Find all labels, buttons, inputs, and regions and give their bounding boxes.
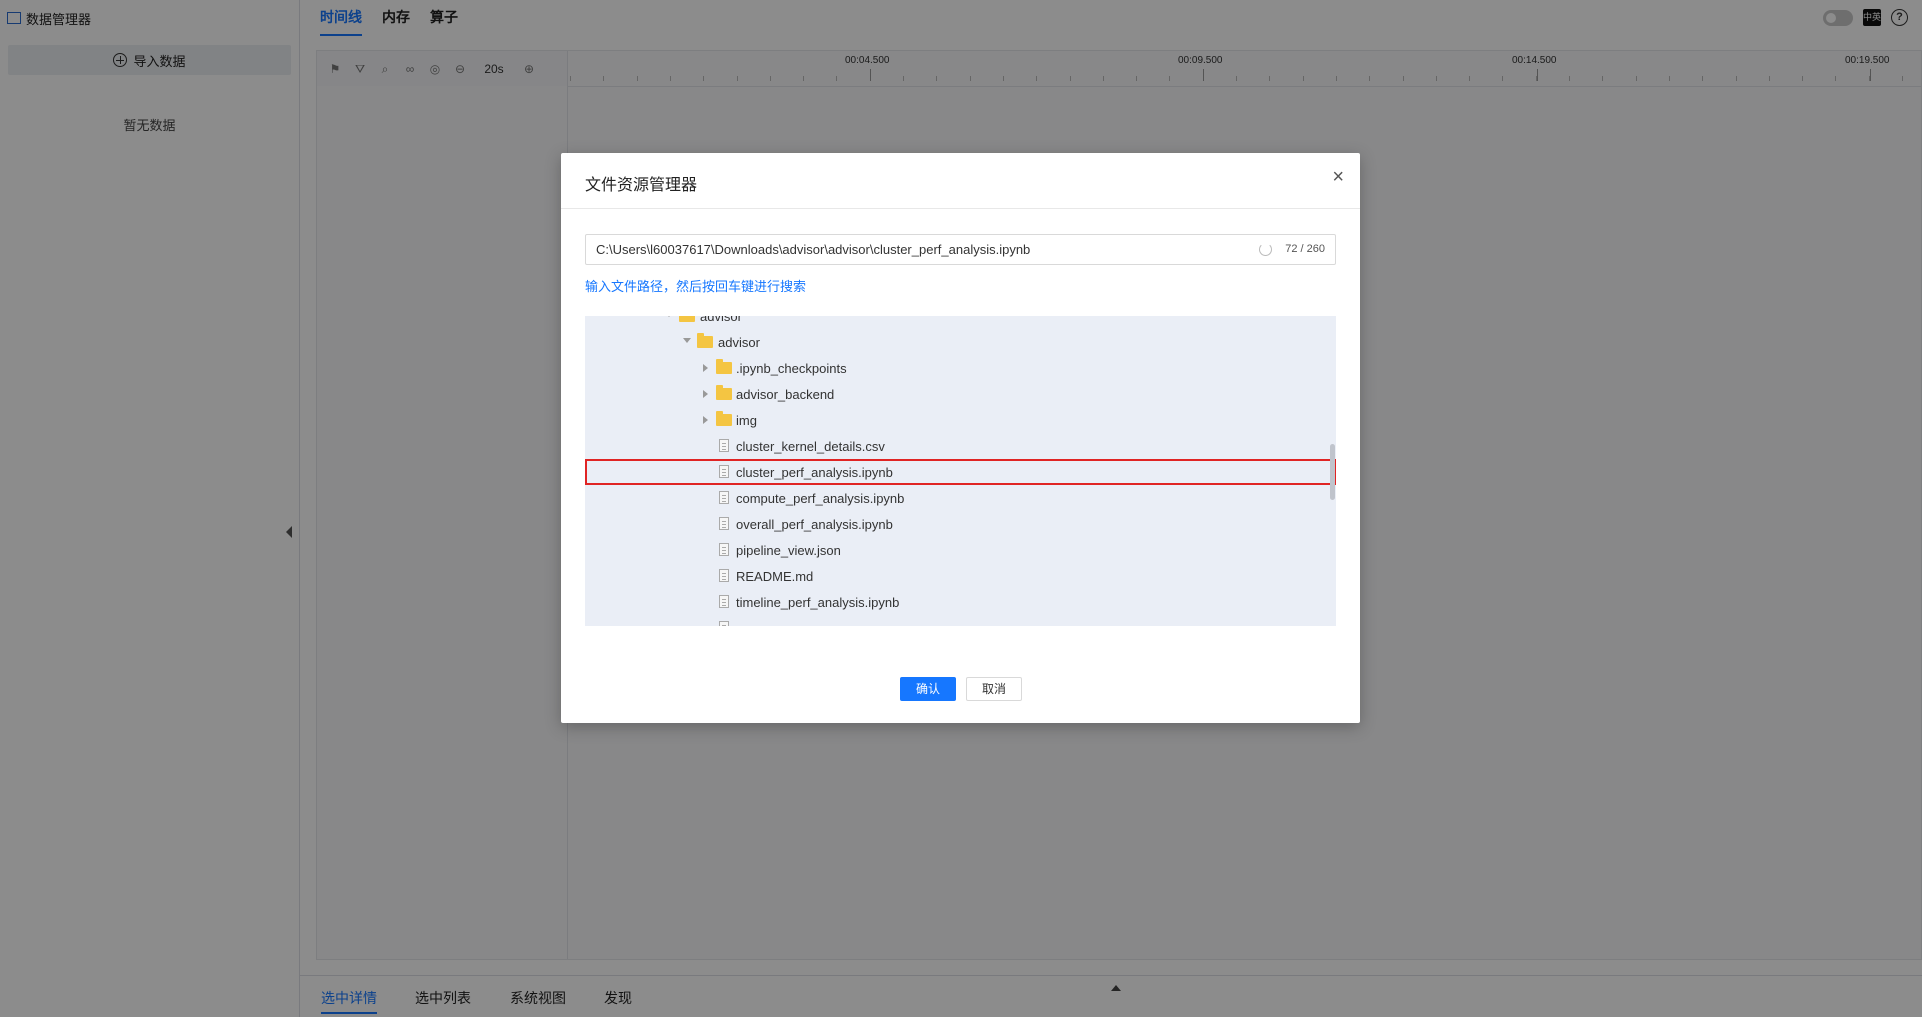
file-tree: advisor advisor .ipynb_checkpoints advis… [585,316,1336,626]
folder-icon [716,385,732,400]
tree-label: advisor_backend [736,387,835,402]
expand-caret-icon[interactable] [683,338,691,343]
tree-label: .ipynb_checkpoints [736,361,847,376]
file-icon [719,543,729,556]
tree-label: advisor [700,316,742,324]
tree-row-advisor-backend[interactable]: advisor_backend [585,381,1336,407]
tree-label: pipeline_view.json [736,543,841,558]
tree-row-file-partial[interactable] [585,615,1336,626]
folder-icon [716,411,732,426]
file-icon [719,517,729,530]
expand-caret-icon[interactable] [665,316,673,317]
tree-row-file[interactable]: overall_perf_analysis.ipynb [585,511,1336,537]
tree-label: compute_perf_analysis.ipynb [736,491,905,506]
file-icon [719,621,729,626]
tree-label: img [736,413,757,428]
tree-label: advisor [718,335,760,350]
tree-label: cluster_kernel_details.csv [736,439,885,454]
close-icon[interactable]: × [1332,167,1344,187]
confirm-button[interactable]: 确认 [900,677,956,701]
tree-row-file-selected[interactable]: cluster_perf_analysis.ipynb [585,459,1336,485]
dialog-header: 文件资源管理器 × [561,153,1360,209]
tree-label: overall_perf_analysis.ipynb [736,517,893,532]
file-explorer-dialog: 文件资源管理器 × 72 / 260 输入文件路径，然后按回车键进行搜索 adv… [561,153,1360,723]
file-icon [719,439,729,452]
loading-spinner-icon [1259,243,1272,256]
file-path-input[interactable] [586,235,1246,264]
tree-label: cluster_perf_analysis.ipynb [736,465,893,480]
tree-label: README.md [736,569,814,584]
tree-label: timeline_perf_analysis.ipynb [736,595,900,610]
file-icon [719,569,729,582]
tree-row-file[interactable]: pipeline_view.json [585,537,1336,563]
tree-row-parent-advisor[interactable]: advisor [585,316,1336,329]
folder-icon [679,316,695,322]
folder-icon [716,359,732,374]
collapsed-caret-icon[interactable] [703,416,708,424]
collapsed-caret-icon[interactable] [703,364,708,372]
tree-row-file[interactable]: compute_perf_analysis.ipynb [585,485,1336,511]
tree-row-ipynb-checkpoints[interactable]: .ipynb_checkpoints [585,355,1336,381]
collapsed-caret-icon[interactable] [703,390,708,398]
tree-scrollbar[interactable] [1330,444,1335,500]
file-icon [719,595,729,608]
tree-row-img[interactable]: img [585,407,1336,433]
tree-row-file[interactable]: cluster_kernel_details.csv [585,433,1336,459]
tree-row-file[interactable]: timeline_perf_analysis.ipynb [585,589,1336,615]
tree-row-advisor[interactable]: advisor [585,329,1336,355]
dialog-title: 文件资源管理器 [585,177,698,194]
char-count: 72 / 260 [1285,243,1325,255]
cancel-button[interactable]: 取消 [966,677,1022,701]
file-icon [719,491,729,504]
path-input-wrapper: 72 / 260 [585,234,1336,265]
folder-icon [697,333,713,348]
tree-row-file[interactable]: README.md [585,563,1336,589]
path-hint: 输入文件路径，然后按回车键进行搜索 [585,279,807,294]
file-icon [719,465,729,478]
